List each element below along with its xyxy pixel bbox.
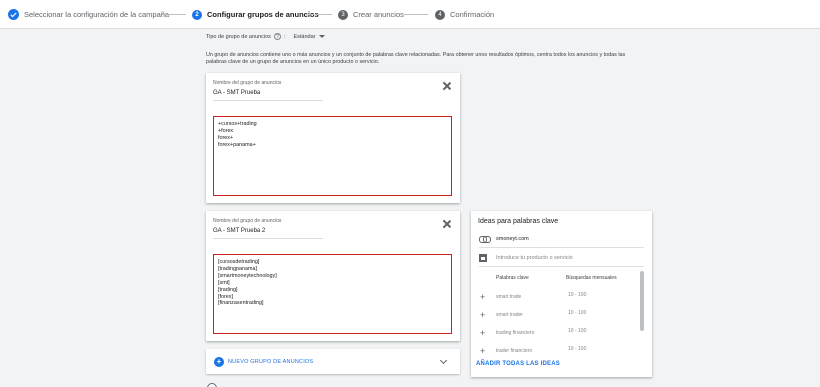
step-label: Configurar grupos de anuncios: [207, 10, 319, 19]
keywords-textarea[interactable]: [cursosdetrading] [tradingpanama] [smart…: [213, 254, 452, 334]
keyword-ideas-title: Ideas para palabras clave: [478, 218, 559, 225]
campaign-stepper: Seleccionar la configuración de la campa…: [0, 0, 820, 29]
chevron-down-icon[interactable]: [439, 356, 448, 365]
keyword-line: +forex: [218, 127, 234, 134]
step-connector: [308, 14, 332, 15]
keyword-line: [finanzasentrading]: [218, 300, 264, 307]
dropdown-arrow-icon: [319, 35, 326, 38]
ideas-table-header: Palabras clave Búsquedas mensuales: [496, 275, 646, 285]
idea-searches: 10 - 100: [568, 292, 587, 298]
idea-searches: 10 - 100: [568, 328, 587, 334]
keyword-line: [forex]: [218, 293, 233, 300]
step-campaign-settings[interactable]: Seleccionar la configuración de la campa…: [8, 0, 169, 29]
close-icon[interactable]: [442, 219, 452, 229]
keyword-line: [tradingpanama]: [218, 265, 257, 272]
step-connector: [162, 14, 186, 15]
ideas-scrollbar[interactable]: [640, 271, 644, 331]
idea-row[interactable]: + smart trader 10 - 100: [479, 310, 639, 322]
plus-icon[interactable]: +: [480, 347, 485, 356]
idea-row[interactable]: + smart trade 10 - 100: [479, 292, 639, 304]
idea-searches: 10 - 100: [568, 310, 587, 316]
ad-group-card: Nombre del grupo de anuncios GA - SMT Pr…: [206, 73, 460, 203]
ad-group-type: Tipo de grupo de anuncios ? : Estándar: [206, 33, 326, 40]
product-input-placeholder: Introduce tu producto o servicio: [496, 254, 573, 261]
ad-group-name-input[interactable]: GA - SMT Prueba 2: [213, 228, 323, 239]
store-icon: [479, 253, 487, 262]
plus-icon[interactable]: +: [480, 329, 485, 338]
ad-group-type-separator: :: [283, 33, 286, 40]
keyword-line: [cursosdetrading]: [218, 259, 260, 265]
close-icon[interactable]: [442, 81, 452, 91]
ad-group-name-input[interactable]: GA - SMT Prueba: [213, 90, 323, 101]
idea-keyword: smart trade: [496, 294, 522, 300]
col-keywords-header: Palabras clave: [496, 275, 529, 281]
ad-group-type-label: Tipo de grupo de anuncios: [206, 33, 271, 40]
step-number: 4: [435, 9, 445, 20]
ad-group-type-select[interactable]: Estándar: [293, 33, 326, 40]
idea-keyword: trader financiero: [496, 348, 533, 354]
website-value: smoneyt.com: [496, 235, 529, 242]
step-ad-groups[interactable]: 2 Configurar grupos de anuncios: [192, 0, 319, 29]
step-label: Seleccionar la configuración de la campa…: [24, 10, 170, 19]
ad-group-type-value: Estándar: [293, 33, 316, 40]
plus-icon[interactable]: +: [480, 311, 485, 320]
step-number: 3: [338, 9, 348, 20]
keyword-line: [trading]: [218, 286, 238, 293]
col-searches-header: Búsquedas mensuales: [566, 275, 617, 281]
keywords-textarea[interactable]: +cursos+trading +forex forex+ forex+pana…: [213, 116, 452, 196]
link-icon: [479, 235, 491, 243]
new-ad-group-button[interactable]: + NUEVO GRUPO DE ANUNCIOS: [206, 349, 460, 374]
idea-row[interactable]: + trading financiero 10 - 100: [479, 328, 639, 340]
step-label: Confirmación: [450, 10, 495, 19]
check-circle-icon: [8, 9, 19, 20]
add-circle-icon: +: [214, 356, 224, 367]
partial-circle-icon: [207, 383, 217, 387]
keyword-line: forex+: [218, 134, 234, 141]
keyword-line: [smartmoneytechnology]: [218, 272, 277, 279]
ad-group-card: Nombre del grupo de anuncios GA - SMT Pr…: [206, 211, 460, 341]
step-create-ads[interactable]: 3 Crear anuncios: [338, 0, 404, 29]
new-ad-group-label: NUEVO GRUPO DE ANUNCIOS: [228, 358, 314, 365]
keyword-ideas-panel: Ideas para palabras clave smoneyt.com In…: [471, 211, 652, 377]
idea-row[interactable]: + trader financiero 10 - 100: [479, 346, 639, 358]
keyword-line: forex+panama+: [218, 141, 256, 148]
step-label: Crear anuncios: [353, 10, 404, 19]
step-connector: [404, 14, 428, 15]
plus-icon[interactable]: +: [480, 293, 485, 302]
ad-group-name-label: Nombre del grupo de anuncios: [213, 218, 282, 224]
website-input-row[interactable]: smoneyt.com: [479, 230, 644, 248]
keyword-line: [smt]: [218, 279, 230, 286]
product-input-row[interactable]: Introduce tu producto o servicio: [479, 249, 644, 267]
idea-keyword: trading financiero: [496, 330, 535, 336]
ad-group-description: Un grupo de anuncios contiene uno o más …: [206, 52, 626, 65]
step-confirmation[interactable]: 4 Confirmación: [435, 0, 494, 29]
help-circle-icon[interactable]: ?: [273, 33, 281, 40]
idea-keyword: smart trader: [496, 312, 523, 318]
ad-group-name-label: Nombre del grupo de anuncios: [213, 80, 282, 86]
keyword-line: +cursos+trading: [218, 121, 257, 127]
add-all-ideas-button[interactable]: AÑADIR TODAS LAS IDEAS: [476, 361, 560, 367]
step-number: 2: [192, 9, 202, 20]
idea-searches: 10 - 100: [568, 346, 587, 352]
